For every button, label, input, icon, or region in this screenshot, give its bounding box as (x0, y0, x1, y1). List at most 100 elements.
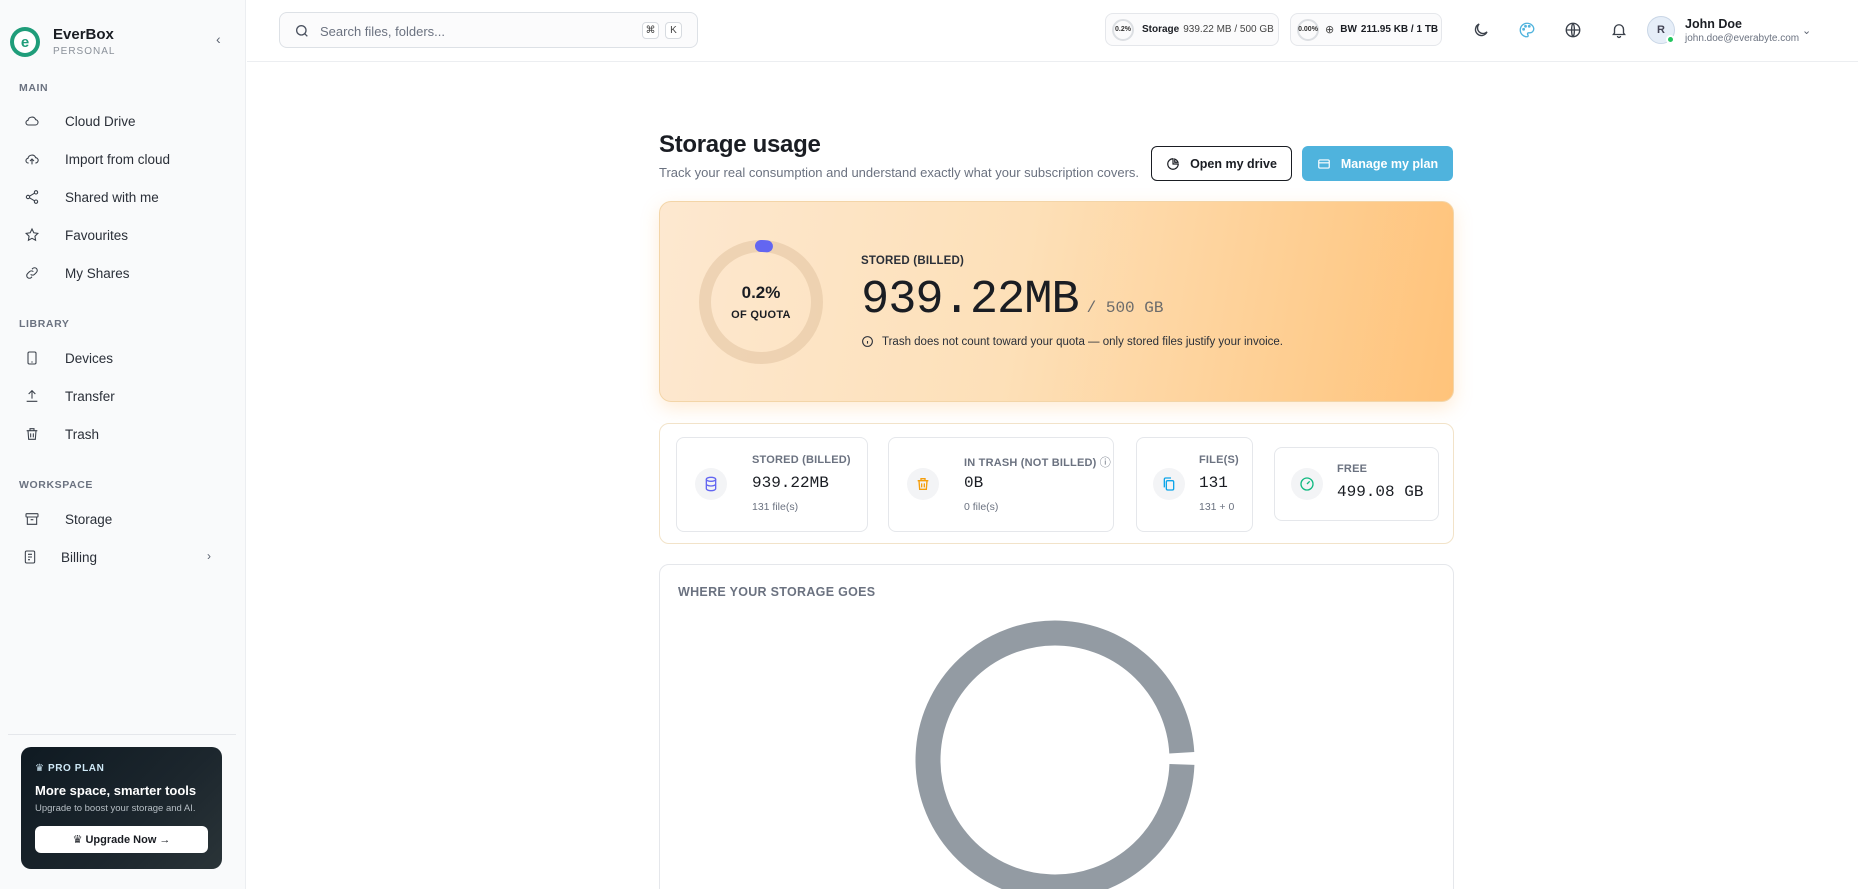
pro-plan-badge: ♛ PRO PLAN (35, 763, 105, 774)
stat-value: 499.08 GB (1337, 483, 1424, 501)
sidebar-item-cloud-drive[interactable]: Cloud Drive (24, 111, 136, 131)
stat-sub: 0 file(s) (964, 501, 999, 513)
search-bar[interactable]: ⌘ K (279, 12, 698, 48)
pie-chart-icon (1167, 157, 1179, 170)
sidebar-item-transfer[interactable]: Transfer (24, 386, 115, 406)
stat-value: 131 (1199, 474, 1228, 492)
sidebar-item-favourites[interactable]: Favourites (24, 225, 128, 245)
bandwidth-pill-value: 211.95 KB / 1 TB (1360, 24, 1439, 35)
storage-hero-card: 0.2% OF QUOTA STORED (BILLED) 939.22MB /… (659, 201, 1454, 402)
bandwidth-mini-ring: 0.00% (1297, 18, 1319, 41)
brand[interactable]: e EverBox PERSONAL (10, 26, 115, 58)
chevron-down-icon[interactable]: ⌄ (1802, 24, 1811, 37)
crown-icon: ♛ (35, 763, 48, 774)
upgrade-now-button[interactable]: ♛ Upgrade Now → (35, 826, 208, 853)
sidebar-item-devices[interactable]: Devices (24, 348, 113, 368)
stat-label: FREE (1337, 463, 1368, 475)
search-icon (294, 23, 310, 39)
sidebar-item-label: Storage (65, 511, 113, 527)
promo-description: Upgrade to boost your storage and AI. (35, 803, 196, 814)
sidebar-item-label: Favourites (65, 227, 129, 243)
stat-label: FILE(S) (1199, 454, 1239, 466)
nav-section-workspace: WORKSPACE (19, 479, 94, 491)
user-menu[interactable]: R John Doe john.doe@everabyte.com (1647, 16, 1799, 44)
bell-icon[interactable] (1609, 20, 1629, 40)
quota-total: / 500 GB (1086, 299, 1164, 317)
trash-icon (907, 468, 939, 500)
stat-card-trash: IN TRASH (NOT BILLED) ⓘ 0B 0 file(s) (888, 437, 1114, 532)
bandwidth-pill-label: BW (1340, 24, 1357, 35)
brand-name: EverBox (53, 26, 114, 43)
stat-sub: 131 file(s) (752, 501, 799, 513)
stored-billed-value: 939.22MB / 500 GB (861, 274, 1163, 327)
info-icon (862, 336, 873, 347)
crown-icon: ♛ (72, 834, 86, 846)
storage-breakdown-donut (915, 620, 1195, 889)
stat-value: 939.22MB (752, 474, 829, 492)
k-key: K (665, 22, 682, 39)
storage-breakdown-card: WHERE YOUR STORAGE GOES (659, 564, 1454, 889)
manage-plan-button[interactable]: Manage my plan (1302, 146, 1453, 181)
palette-icon[interactable] (1517, 20, 1537, 40)
promo-title: More space, smarter tools (35, 783, 197, 798)
upload-icon (24, 388, 40, 404)
info-icon[interactable]: ⓘ (1100, 457, 1111, 469)
avatar: R (1647, 16, 1675, 44)
sidebar-item-label: Cloud Drive (65, 113, 136, 129)
quota-percent: 0.2% (741, 283, 781, 302)
gauge-icon (1291, 468, 1323, 500)
database-icon (695, 468, 727, 500)
stat-card-files: FILE(S) 131 131 + 0 (1136, 437, 1253, 532)
sidebar-item-label: Billing (61, 549, 98, 565)
star-icon (24, 227, 40, 243)
storage-pill-value: 939.22 MB / 500 GB (1183, 24, 1274, 35)
search-input[interactable] (320, 21, 600, 41)
page-subtitle: Track your real consumption and understa… (659, 165, 1140, 180)
sidebar-item-label: Trash (65, 426, 100, 442)
sidebar-item-storage[interactable]: Storage (24, 509, 112, 529)
stat-card-stored: STORED (BILLED) 939.22MB 131 file(s) (676, 437, 868, 532)
sidebar-item-label: Transfer (65, 388, 115, 404)
files-icon (1153, 468, 1185, 500)
sidebar-item-shared[interactable]: Shared with me (24, 187, 159, 207)
stat-value: 0B (964, 474, 984, 492)
stat-sub: 131 + 0 (1199, 501, 1235, 513)
trash-note: Trash does not count toward your quota —… (861, 335, 1283, 348)
bandwidth-pill[interactable]: 0.00% ⊕ BW 211.95 KB / 1 TB (1290, 13, 1442, 46)
brand-logo-icon: e (10, 27, 40, 57)
sidebar-item-label: Devices (65, 350, 114, 366)
quota-ring-label: 0.2% OF QUOTA (696, 237, 826, 367)
sidebar: e EverBox PERSONAL ‹ MAIN Cloud Drive Im… (0, 0, 246, 889)
stat-card-free: FREE 499.08 GB (1274, 447, 1439, 521)
globe-icon[interactable] (1563, 20, 1583, 40)
sidebar-item-my-shares[interactable]: My Shares (24, 263, 130, 283)
link-icon (24, 265, 40, 281)
page-title: Storage usage (659, 131, 821, 158)
sidebar-item-label: Shared with me (65, 189, 159, 205)
cloud-upload-icon (24, 151, 40, 167)
sidebar-item-trash[interactable]: Trash (24, 424, 99, 444)
billing-icon (22, 549, 38, 565)
share-icon (24, 189, 40, 205)
cloud-icon (24, 113, 40, 129)
stat-label: STORED (BILLED) (752, 454, 851, 466)
online-status-dot (1666, 35, 1675, 44)
device-icon (24, 350, 40, 366)
billing-chevron-icon[interactable]: › (207, 549, 211, 563)
nav-section-main: MAIN (19, 82, 49, 94)
dark-mode-icon[interactable] (1471, 20, 1491, 40)
archive-icon (24, 511, 40, 527)
stat-label: IN TRASH (NOT BILLED) ⓘ (964, 457, 1111, 469)
sidebar-item-label: Import from cloud (65, 151, 171, 167)
sidebar-item-import[interactable]: Import from cloud (24, 149, 170, 169)
collapse-sidebar-icon[interactable]: ‹ (216, 32, 230, 46)
storage-breakdown-title: WHERE YOUR STORAGE GOES (678, 585, 876, 599)
sidebar-item-billing[interactable]: Billing (22, 547, 97, 567)
open-drive-button[interactable]: Open my drive (1151, 146, 1292, 181)
cmd-key: ⌘ (642, 22, 659, 39)
user-email: john.doe@everabyte.com (1685, 32, 1800, 44)
globe-small-icon: ⊕ (1325, 24, 1335, 36)
storage-pill[interactable]: 0.2% Storage 939.22 MB / 500 GB (1105, 13, 1279, 46)
storage-pill-label: Storage (1142, 24, 1180, 35)
sidebar-divider (8, 734, 236, 735)
